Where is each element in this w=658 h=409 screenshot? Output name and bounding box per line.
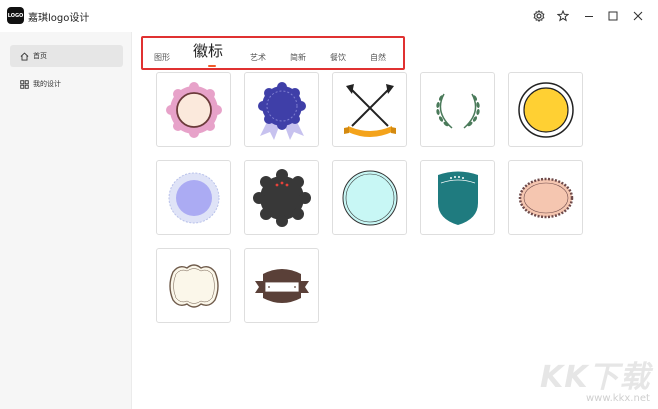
mint-circle-badge bbox=[342, 170, 397, 225]
lavender-circle-badge bbox=[168, 172, 219, 223]
tab-nature[interactable]: 自然 bbox=[370, 52, 386, 63]
gear-icon[interactable] bbox=[531, 8, 547, 24]
tab-shapes[interactable]: 图形 bbox=[154, 52, 170, 63]
sidebar: 首页 我的设计 bbox=[0, 32, 132, 409]
minimize-icon[interactable] bbox=[581, 8, 597, 24]
badge-card-laurel[interactable] bbox=[420, 72, 495, 147]
cream-ornate-frame-badge bbox=[168, 263, 219, 308]
brown-banner-badge bbox=[254, 268, 309, 303]
tab-food[interactable]: 餐饮 bbox=[330, 52, 346, 63]
sidebar-item-home[interactable]: 首页 bbox=[10, 45, 123, 67]
sidebar-item-my-designs[interactable]: 我的设计 bbox=[10, 73, 123, 95]
badge-card-blue-rosette[interactable] bbox=[244, 72, 319, 147]
badge-card-crossed-axes[interactable] bbox=[332, 72, 407, 147]
badge-card-dark-scalloped[interactable] bbox=[244, 160, 319, 235]
app-title: 嘉琪logo设计 bbox=[28, 13, 90, 24]
peach-oval-badge bbox=[518, 177, 573, 218]
app-logo: LOGO bbox=[7, 7, 24, 24]
pink-scalloped-badge bbox=[165, 81, 222, 138]
badge-card-brown-banner[interactable] bbox=[244, 248, 319, 323]
home-icon bbox=[19, 51, 29, 61]
blue-rosette-ribbon-badge bbox=[257, 81, 306, 140]
tab-badges[interactable]: 徽标 bbox=[193, 40, 223, 61]
close-icon[interactable] bbox=[630, 8, 646, 24]
crossed-axes-banner-badge bbox=[343, 83, 396, 137]
badge-card-cream-frame[interactable] bbox=[156, 248, 231, 323]
sidebar-item-label: 首页 bbox=[33, 52, 47, 60]
tab-minimal[interactable]: 简新 bbox=[290, 52, 306, 63]
maximize-icon[interactable] bbox=[605, 8, 621, 24]
watermark: KK下载 www.kkx.net bbox=[540, 352, 656, 408]
star-icon[interactable] bbox=[555, 8, 571, 24]
yellow-ring-badge bbox=[517, 81, 574, 138]
laurel-wreath-badge bbox=[435, 93, 480, 129]
badge-card-peach-oval[interactable] bbox=[508, 160, 583, 235]
sidebar-item-label: 我的设计 bbox=[33, 80, 61, 88]
badge-card-teal-shield[interactable] bbox=[420, 160, 495, 235]
teal-shield-badge bbox=[437, 171, 478, 225]
watermark-url: www.kkx.net bbox=[586, 393, 650, 404]
title-bar: LOGO 嘉琪logo设计 bbox=[0, 0, 658, 32]
category-tabs: 图形 徽标 艺术 简新 餐饮 自然 bbox=[141, 36, 405, 70]
tab-art[interactable]: 艺术 bbox=[250, 52, 266, 63]
badge-card-mint-circle[interactable] bbox=[332, 160, 407, 235]
badge-card-lavender-circle[interactable] bbox=[156, 160, 231, 235]
badge-card-pink-scalloped[interactable] bbox=[156, 72, 231, 147]
watermark-text: KK下载 bbox=[540, 360, 651, 395]
dark-scalloped-badge bbox=[252, 168, 311, 227]
active-tab-indicator bbox=[208, 65, 216, 67]
grid-icon bbox=[19, 79, 29, 89]
app-window: LOGO 嘉琪logo设计 首页 我的设计 图形 徽标 艺术 简新 餐饮 自然 … bbox=[0, 0, 658, 409]
badge-card-yellow-ring[interactable] bbox=[508, 72, 583, 147]
